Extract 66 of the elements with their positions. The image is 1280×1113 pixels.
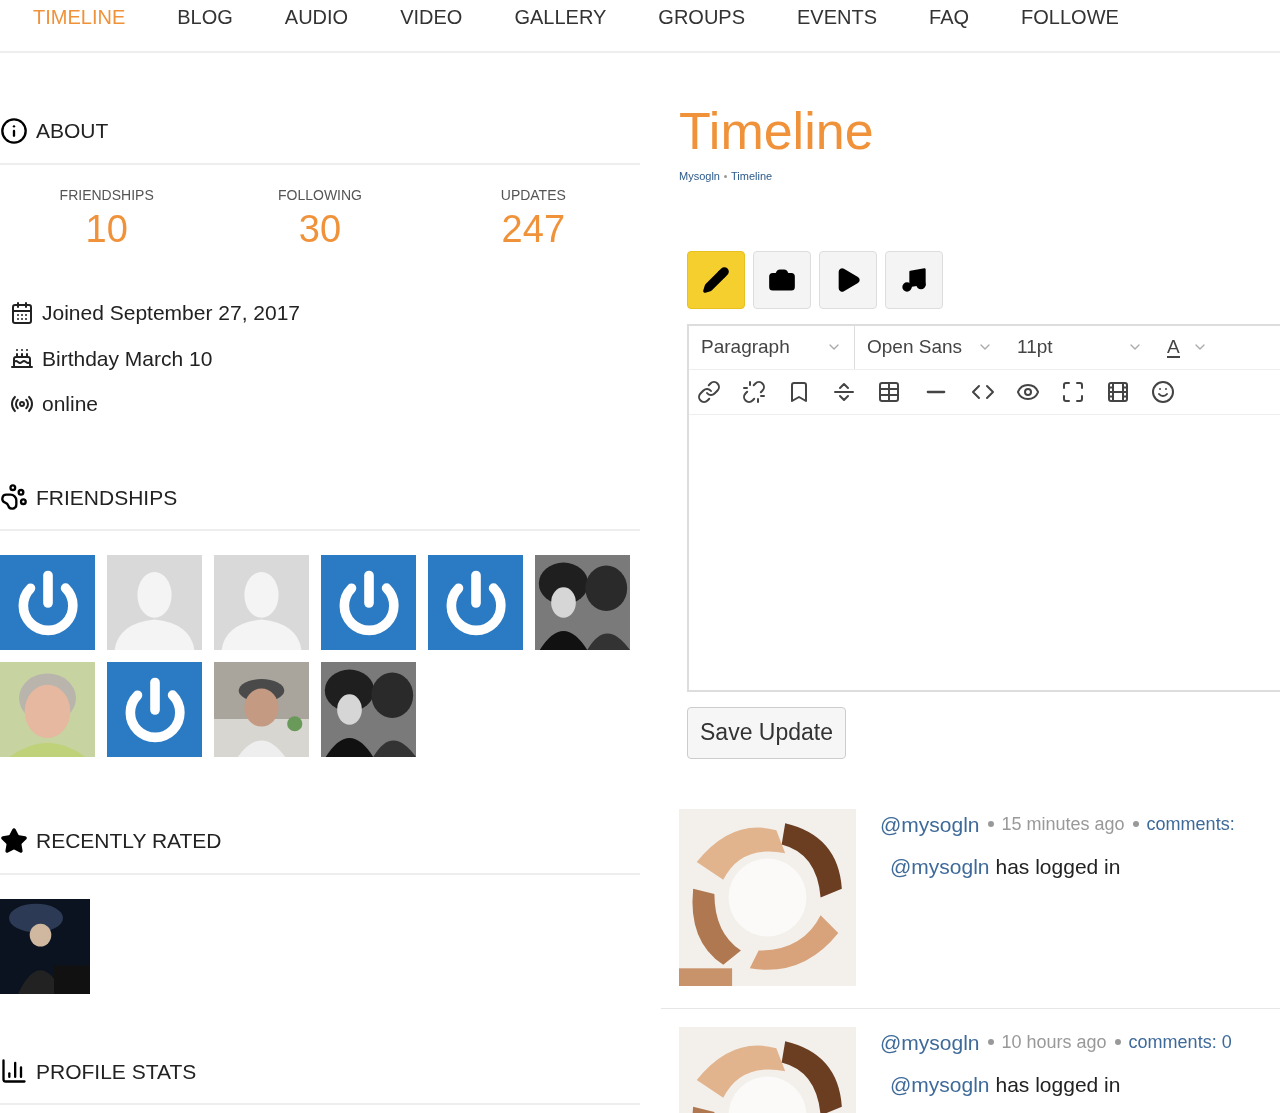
profile-fact: Joined September 27, 2017 [42,300,301,326]
format-select[interactable]: Paragraph [689,325,855,369]
avatar[interactable] [107,662,202,757]
bullet-icon [987,1039,994,1046]
section-title: ABOUT [36,118,109,144]
stat-value: 30 [298,206,342,252]
avatar[interactable] [321,555,416,650]
post-time: 15 minutes ago [1001,812,1125,836]
breadcrumb-link[interactable]: Mysogln [679,168,720,185]
username-link[interactable]: @mysogln [880,1026,980,1058]
bullet-icon [1132,821,1139,828]
bullet-icon [987,821,994,828]
film-icon[interactable] [1106,379,1130,404]
post-time: 10 hours ago [1001,1030,1107,1054]
page-title: Timeline [679,101,875,162]
cake-icon [10,346,34,371]
post-type-button[interactable] [885,250,943,309]
profile-fact: Birthday March 10 [42,345,213,372]
section-title: FRIENDSHIPS [36,484,178,511]
post-type-button[interactable] [687,250,745,309]
nav-link[interactable]: FOLLOWE [1021,2,1119,32]
info-icon [0,116,28,145]
stat-value: 247 [501,206,565,252]
paw-icon [0,483,28,512]
update-text: has logged in [995,854,1121,880]
size-select[interactable]: 11pt [1005,325,1155,369]
pencil-icon [702,265,730,294]
post-type-button[interactable] [819,250,877,309]
breadcrumb-separator-icon [723,174,727,178]
breadcrumb-link[interactable]: Timeline [730,168,773,185]
stat-label: FRIENDSHIPS [59,185,154,205]
post-type-button[interactable] [753,250,811,309]
unlink-icon[interactable] [742,379,766,404]
nav-link[interactable]: GALLERY [514,2,607,32]
bar-chart-icon [0,1057,28,1086]
avatar[interactable] [428,555,523,650]
star-icon [0,826,28,855]
username-link[interactable]: @mysogln [890,1072,990,1099]
table-icon[interactable] [877,379,901,404]
username-link[interactable]: @mysogln [890,854,990,881]
font-select[interactable]: Open Sans [855,325,1005,369]
update-text: has logged in [995,1072,1121,1098]
nav-link[interactable]: EVENTS [797,2,878,32]
bullet-icon [1114,1039,1121,1046]
avatar[interactable] [0,555,95,650]
save-button[interactable]: Save Update [687,706,846,759]
calendar-icon [10,300,34,325]
fullscreen-icon[interactable] [1061,379,1085,404]
section-title: PROFILE STATS [36,1058,197,1085]
stat-label: UPDATES [500,185,566,205]
text-color-button[interactable]: A [1167,336,1180,358]
link-icon[interactable] [697,379,721,404]
nav-link[interactable]: VIDEO [400,2,463,32]
music-note-icon [900,265,928,294]
nav-link[interactable]: GROUPS [658,2,745,32]
nav-link[interactable]: BLOG [177,2,233,32]
stat-value: 10 [85,206,128,252]
section-title: RECENTLY RATED [36,828,222,854]
comments-link[interactable]: comments: 0 [1128,1028,1232,1056]
comments-link[interactable]: comments: [1146,810,1235,838]
smiley-icon[interactable] [1151,379,1175,404]
stat-label: FOLLOWING [278,185,362,205]
username-link[interactable]: @mysogln [880,808,980,840]
profile-fact: online [42,391,99,417]
nav-link[interactable]: AUDIO [284,2,349,32]
nav-link[interactable]: FAQ [929,2,970,32]
